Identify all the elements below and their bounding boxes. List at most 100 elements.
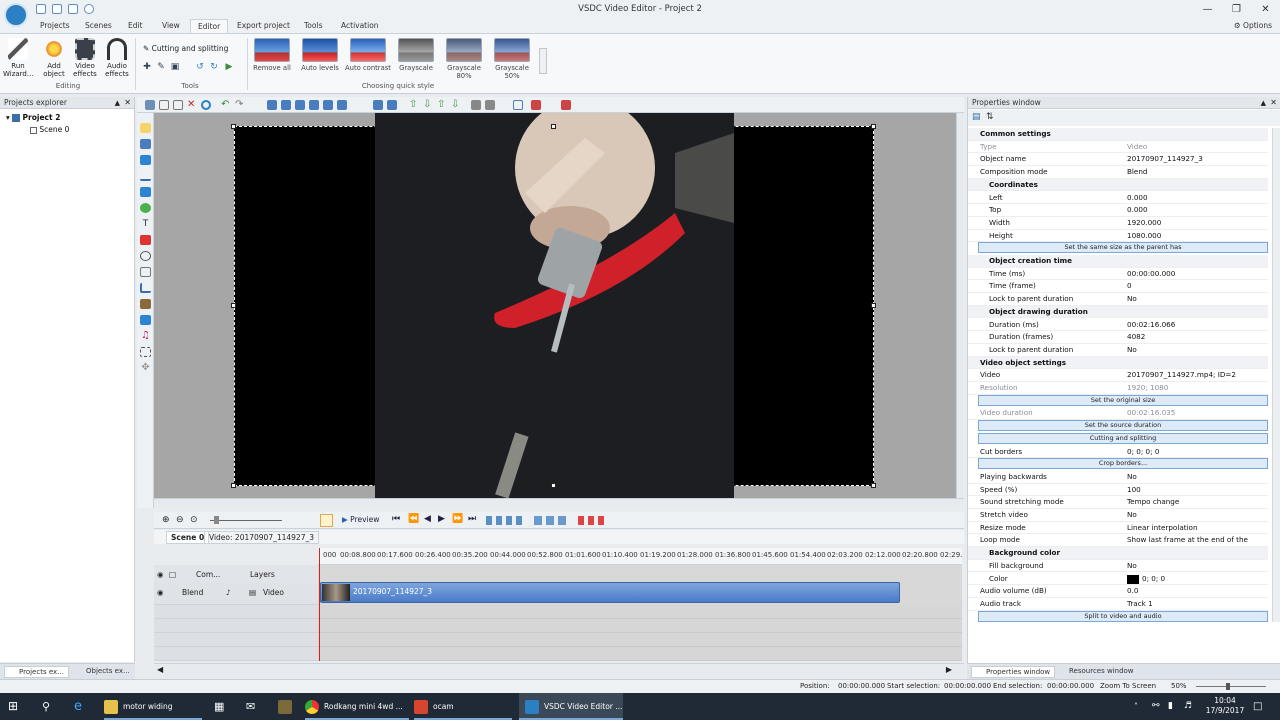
split-audio-button[interactable]: Split to video and audio — [978, 610, 1268, 622]
step-forward-icon[interactable]: ⏩ — [452, 514, 463, 524]
zoom-slider[interactable] — [210, 520, 282, 521]
prop-duration-ms[interactable]: Duration (ms) 00:02:16.066 — [968, 319, 1268, 332]
stretch-icon[interactable] — [387, 100, 397, 110]
prop-composition-mode[interactable]: Composition mode Blend — [968, 166, 1268, 179]
align-middle-icon[interactable] — [323, 100, 333, 110]
tab-editor[interactable]: Editor — [190, 19, 229, 33]
tab-resources-window[interactable]: Resources window — [1055, 666, 1138, 678]
zoom-mode[interactable]: Zoom To Screen — [1100, 680, 1156, 693]
rotate-right-icon[interactable]: ↻ — [209, 62, 219, 72]
layer-top-icon[interactable]: ⇧ — [437, 100, 447, 110]
delete-icon[interactable]: ✕ — [187, 100, 197, 110]
undo-icon[interactable]: ↶ — [221, 100, 231, 110]
taskbar-item-vsdc[interactable]: VSDC Video Editor ... — [519, 693, 623, 720]
prev-frame-icon[interactable]: ◀ — [424, 514, 431, 524]
prop-stretch-video[interactable]: Stretch video No — [968, 509, 1268, 522]
tab-export-project[interactable]: Export project — [237, 21, 290, 30]
close-panel-icon[interactable]: ✕ — [1270, 98, 1277, 107]
properties-scrollbar[interactable] — [1272, 128, 1280, 622]
maximize-icon[interactable]: ❐ — [1222, 0, 1251, 20]
paste-icon[interactable] — [173, 100, 183, 110]
align-top-icon[interactable] — [309, 100, 319, 110]
crop-borders-button[interactable]: Crop borders... — [978, 458, 1268, 470]
chart-tool-icon[interactable] — [140, 283, 151, 293]
prop-object-name[interactable]: Object name 20170907_114927_3 — [968, 153, 1268, 167]
resize-handle[interactable] — [231, 303, 236, 308]
color-swatch[interactable] — [1127, 574, 1139, 584]
volume-icon[interactable]: ♬ — [1184, 693, 1192, 720]
tab-view[interactable]: View — [162, 21, 180, 30]
zoom-slider[interactable] — [1196, 686, 1266, 687]
network-icon[interactable]: ⚯ — [1152, 693, 1160, 720]
sprite-tool-icon[interactable] — [140, 251, 151, 261]
resize-handle[interactable] — [871, 303, 876, 308]
tab-projects-explorer[interactable]: Projects ex... — [4, 666, 69, 678]
tab-edit[interactable]: Edit — [128, 21, 143, 30]
settings-icon[interactable] — [320, 514, 333, 527]
marker-icon[interactable] — [531, 100, 541, 110]
timeline-body[interactable] — [318, 565, 962, 661]
taskbar-item-chrome[interactable]: Rodkang mini 4wd ... — [305, 693, 409, 720]
tab-objects-explorer[interactable]: Objects ex... — [72, 666, 134, 678]
prop-color[interactable]: Color 0; 0; 0 — [968, 573, 1268, 586]
group-icon[interactable] — [471, 100, 481, 110]
timeline-scrollbar[interactable]: ◀ ▶ — [154, 663, 964, 677]
cutting-splitting-prop-button[interactable]: Cutting and splitting — [978, 432, 1268, 444]
split-icon[interactable]: ✎ — [156, 62, 166, 72]
close-panel-icon[interactable]: ✕ — [124, 98, 131, 107]
quick-style-auto-levels[interactable]: Auto levels — [297, 38, 343, 72]
prop-width[interactable]: Width 1920.000 — [968, 217, 1268, 230]
prop-top[interactable]: Top 0.000 — [968, 204, 1268, 217]
record-icon[interactable] — [201, 100, 211, 110]
rotate-left-icon[interactable]: ↺ — [195, 62, 205, 72]
step-back-icon[interactable]: ⏪ — [408, 514, 419, 524]
prop-video[interactable]: Video 20170907_114927.mp4; ID=2 — [968, 369, 1268, 382]
add-object-button[interactable]: Add object — [39, 38, 69, 78]
prop-left[interactable]: Left 0.000 — [968, 192, 1268, 205]
taskbar-item-ocam[interactable]: ocam — [414, 693, 512, 720]
resize-handle[interactable] — [871, 483, 876, 488]
align-center-icon[interactable] — [281, 100, 291, 110]
prop-loop-mode[interactable]: Loop mode Show last frame at the end of t… — [968, 534, 1268, 556]
video-effects-button[interactable]: Video effects — [70, 38, 100, 78]
close-icon[interactable]: ✕ — [1251, 0, 1280, 20]
cutting-splitting-button[interactable]: ✎ Cutting and splitting — [143, 44, 228, 53]
zoom-fit-icon[interactable]: ⊙ — [190, 515, 198, 525]
resize-handle[interactable] — [231, 483, 236, 488]
go-end-icon[interactable]: ⏭ — [468, 514, 476, 524]
prop-resize-mode[interactable]: Resize mode Linear interpolation — [968, 522, 1268, 535]
eye-icon[interactable]: ◉ — [157, 565, 164, 584]
section-background-color[interactable]: Background color — [968, 547, 1268, 560]
go-start-icon[interactable]: ⏮ — [392, 514, 400, 524]
align-left-icon[interactable] — [267, 100, 277, 110]
store-icon[interactable]: ▦ — [214, 693, 224, 720]
tab-properties-window[interactable]: Properties window — [971, 666, 1056, 678]
ungroup-icon[interactable] — [485, 100, 495, 110]
taskbar-item-folder[interactable]: motor widing — [104, 693, 202, 720]
quick-style-auto-contrast[interactable]: Auto contrast — [345, 38, 391, 72]
eye-icon[interactable]: ◉ — [157, 583, 164, 602]
pin-icon[interactable]: ▲ — [115, 99, 120, 107]
layer-bottom-icon[interactable]: ⇩ — [451, 100, 461, 110]
tab-scenes[interactable]: Scenes — [85, 21, 112, 30]
source-duration-button[interactable]: Set the source duration — [978, 420, 1268, 432]
notification-chevron-icon[interactable]: ˄ — [1134, 693, 1138, 720]
resize-handle[interactable] — [871, 124, 876, 129]
next-frame-icon[interactable]: ▶ — [438, 514, 445, 524]
lock-icon[interactable]: □ — [169, 565, 176, 584]
line-tool-icon[interactable] — [140, 171, 151, 181]
original-size-button[interactable]: Set the original size — [978, 394, 1268, 406]
grid-icon[interactable] — [145, 100, 155, 110]
prop-height[interactable]: Height 1080.000 — [968, 230, 1268, 243]
resize-handle[interactable] — [231, 124, 236, 129]
audio-icon[interactable]: ♪ — [226, 583, 231, 602]
windows-start-icon[interactable]: ⊞ — [8, 693, 18, 720]
section-video-settings[interactable]: Video object settings — [968, 356, 1268, 370]
quick-style-grayscale[interactable]: Grayscale — [393, 38, 439, 72]
prop-lock-parent-2[interactable]: Lock to parent duration No — [968, 344, 1268, 357]
edge-icon[interactable]: e — [74, 693, 82, 720]
resize-handle[interactable] — [551, 483, 556, 488]
person-tool-icon[interactable] — [140, 299, 151, 309]
run-wizard-button[interactable]: Run Wizard... — [3, 38, 34, 78]
animation-tool-icon[interactable] — [140, 347, 151, 357]
